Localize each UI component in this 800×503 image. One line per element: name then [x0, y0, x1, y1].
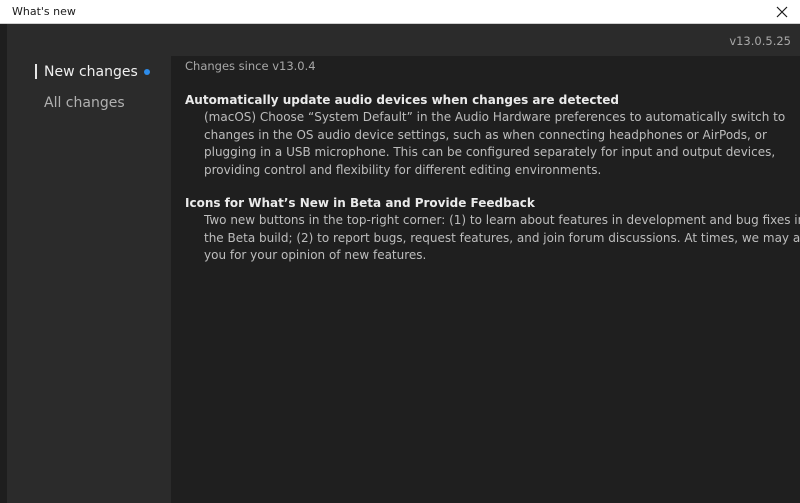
whats-new-window: What's new v13.0.5.25 New changes All ch… [0, 0, 800, 503]
version-label: v13.0.5.25 [729, 34, 791, 48]
sidebar-item-label: New changes [44, 64, 138, 80]
unread-dot-icon [144, 69, 150, 75]
description-line: providing control and flexibility for di… [204, 162, 602, 177]
version-bar: v13.0.5.25 [7, 24, 800, 56]
sidebar-item-new-changes[interactable]: New changes [7, 61, 171, 83]
window-title: What's new [12, 5, 76, 18]
close-button[interactable] [764, 0, 800, 23]
description-line: (macOS) Choose “System Default” in the A… [204, 110, 786, 124]
description-line: Two new buttons in the top-right corner:… [204, 213, 800, 227]
description-line: plugging in a USB microphone. This can b… [204, 145, 776, 159]
changes-since-label: Changes since v13.0.4 [185, 59, 316, 73]
active-indicator [35, 64, 37, 79]
close-icon [776, 6, 788, 18]
background-app-edge [0, 24, 7, 503]
change-entry: Automatically update audio devices when … [185, 92, 785, 179]
sidebar-item-label: All changes [44, 95, 125, 111]
title-bar: What's new [0, 0, 800, 24]
change-entry: Icons for What’s New in Beta and Provide… [185, 195, 800, 265]
sidebar-item-all-changes[interactable]: All changes [7, 92, 171, 114]
description-line: the Beta build; (2) to report bugs, requ… [204, 230, 800, 245]
description-line: changes in the OS audio device settings,… [204, 127, 767, 142]
change-entry-title: Icons for What’s New in Beta and Provide… [185, 196, 535, 210]
change-entry-description: Two new buttons in the top-right corner:… [204, 212, 800, 265]
changes-panel: Changes since v13.0.4 Automatically upda… [171, 56, 800, 503]
change-entry-description: (macOS) Choose “System Default” in the A… [204, 109, 785, 179]
change-entry-title: Automatically update audio devices when … [185, 93, 619, 107]
description-line: you for your opinion of new features. [204, 248, 427, 262]
sidebar: New changes All changes [7, 56, 171, 503]
